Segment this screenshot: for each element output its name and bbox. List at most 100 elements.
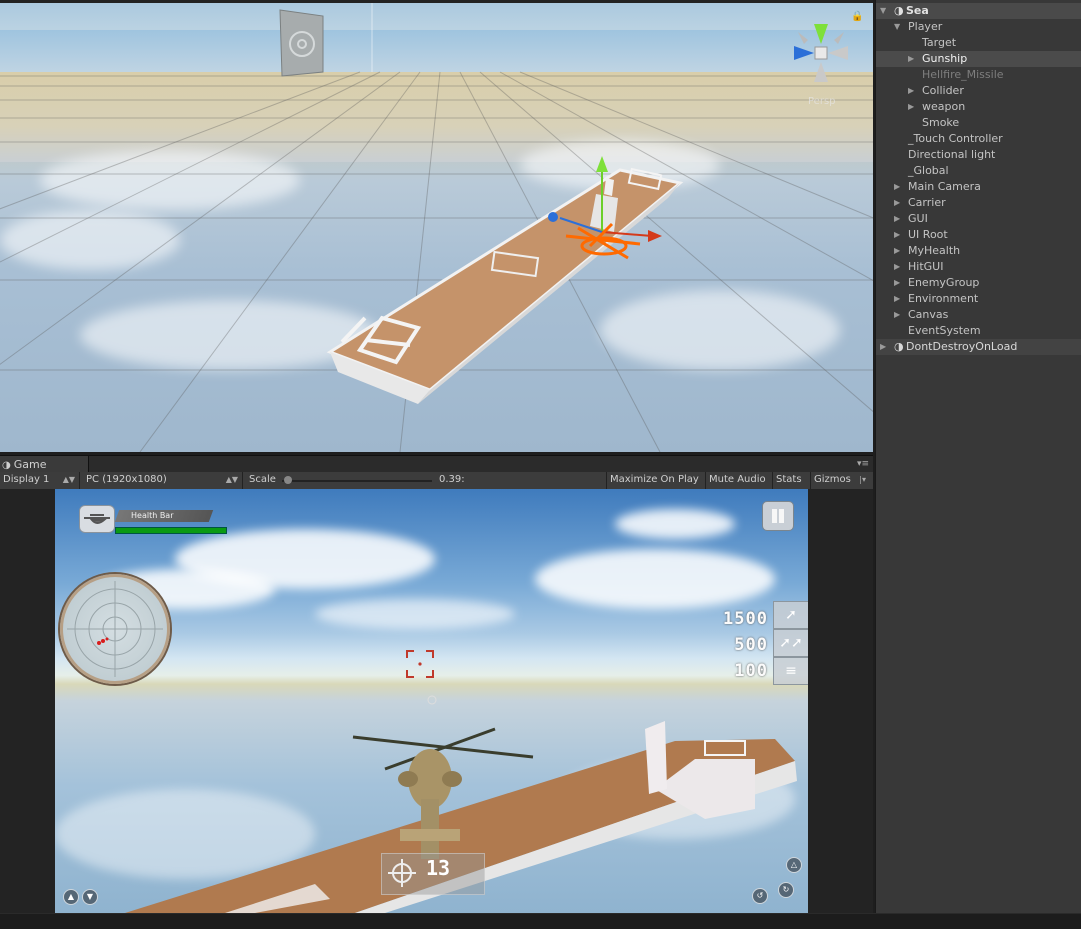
expand-triangle-closed-icon[interactable]: ▶ [894, 195, 900, 211]
resolution-dropdown[interactable]: PC (1920x1080) ▲▼ [83, 472, 243, 489]
expand-triangle-closed-icon[interactable]: ▶ [880, 339, 886, 355]
hierarchy-item[interactable]: _Touch Controller [876, 131, 1081, 147]
scene-grid [0, 0, 873, 452]
hierarchy-item[interactable]: Directional light [876, 147, 1081, 163]
expand-triangle-closed-icon[interactable]: ▶ [894, 259, 900, 275]
hierarchy-item[interactable]: ▶ Collider [876, 83, 1081, 99]
hierarchy-item[interactable]: ▶ GUI [876, 211, 1081, 227]
camera-down-icon[interactable]: ▼ [82, 889, 98, 905]
mute-audio-toggle[interactable]: Mute Audio [705, 472, 769, 489]
hierarchy-item[interactable]: ▼ ◑ Sea [876, 3, 1081, 19]
unity-icon: ◑ [894, 4, 904, 17]
hierarchy-item-label: Gunship [922, 52, 968, 65]
hierarchy-item-label: GUI [908, 212, 928, 225]
expand-triangle-closed-icon[interactable]: ▶ [894, 227, 900, 243]
hierarchy-item-label: _Global [908, 164, 949, 177]
hierarchy-item[interactable]: Target [876, 35, 1081, 51]
hierarchy-item[interactable]: ▶ Canvas [876, 307, 1081, 323]
hierarchy-panel: ▼ ◑ Sea ▼ Player Target ▶ Gunship Hellfire_Missi… [875, 0, 1081, 913]
target-icon [388, 859, 416, 887]
hierarchy-item-label: HitGUI [908, 260, 944, 273]
hierarchy-item-label: Carrier [908, 196, 946, 209]
expand-triangle-closed-icon[interactable]: ▶ [894, 243, 900, 259]
hierarchy-item-label: Player [908, 20, 943, 33]
hierarchy-item[interactable]: _Global [876, 163, 1081, 179]
target-board[interactable] [279, 9, 324, 77]
hierarchy-item[interactable]: ▶ MyHealth [876, 243, 1081, 259]
game-tab-bar: ◑ Game ▾≡ [0, 455, 873, 473]
scale-label: Scale [249, 474, 276, 485]
zoom-in-icon[interactable]: △ [786, 857, 802, 873]
game-toolbar: Display 1 ▲▼ PC (1920x1080) ▲▼ Scale 0.3… [0, 472, 873, 490]
tab-game[interactable]: ◑ Game [0, 456, 89, 473]
rotate-left-icon[interactable]: ↺ [752, 888, 768, 904]
carrier-model[interactable] [326, 167, 684, 404]
hierarchy-item[interactable]: ▶ ◑ DontDestroyOnLoad [876, 339, 1081, 355]
hierarchy-item[interactable]: ▶ Main Camera [876, 179, 1081, 195]
hierarchy-item[interactable]: ▶ HitGUI [876, 259, 1081, 275]
weapon-count-rocket-pod: 100 [734, 661, 768, 681]
unity-icon: ◑ [894, 340, 904, 353]
game-view[interactable]: Health Bar 1500 500 100 ➚ ➚➚ ≡ 13 ▲ ▼ △ … [55, 489, 808, 913]
expand-triangle-closed-icon[interactable]: ▶ [894, 211, 900, 227]
hierarchy-item-label: MyHealth [908, 244, 961, 257]
health-panel: Health Bar [79, 505, 229, 535]
game-scene-art [125, 695, 797, 913]
hierarchy-item[interactable]: ▶ EnemyGroup [876, 275, 1081, 291]
scale-value: 0.39: [439, 474, 465, 485]
hierarchy-item-label: Sea [906, 4, 929, 17]
hierarchy-item-label: Directional light [908, 148, 996, 161]
stats-toggle[interactable]: Stats [772, 472, 805, 489]
camera-up-icon[interactable]: ▲ [63, 889, 79, 905]
ammo-panel: 13 [381, 853, 485, 895]
display-dropdown[interactable]: Display 1 ▲▼ [0, 472, 80, 489]
scene-top-border [0, 0, 873, 3]
maximize-on-play-toggle[interactable]: Maximize On Play [606, 472, 702, 489]
double-missile-icon: ➚➚ [779, 635, 803, 651]
status-bar [0, 913, 1081, 929]
hierarchy-item[interactable]: ▶ Gunship [876, 51, 1081, 67]
missile-button[interactable]: ➚ [773, 601, 808, 629]
hierarchy-item[interactable]: Hellfire_Missile [876, 67, 1081, 83]
pause-button[interactable] [762, 501, 794, 531]
helicopter-icon [79, 505, 115, 533]
expand-triangle-closed-icon[interactable]: ▶ [908, 99, 914, 115]
expand-triangle-closed-icon[interactable]: ▶ [894, 291, 900, 307]
expand-triangle-open-icon[interactable]: ▼ [880, 3, 886, 19]
gizmos-dropdown[interactable]: Gizmos |▾ [810, 472, 870, 489]
hierarchy-item-label: Smoke [922, 116, 960, 129]
crosshair-icon [406, 650, 434, 678]
expand-triangle-open-icon[interactable]: ▼ [894, 19, 900, 35]
hierarchy-item-label: Environment [908, 292, 979, 305]
expand-triangle-closed-icon[interactable]: ▶ [908, 51, 914, 67]
scene-orientation-gizmo[interactable] [786, 18, 856, 88]
dropdown-arrows-icon: ▲▼ [62, 475, 75, 484]
hierarchy-item-label: EnemyGroup [908, 276, 980, 289]
rocket-pod-icon: ≡ [785, 663, 797, 679]
expand-triangle-closed-icon[interactable]: ▶ [894, 179, 900, 195]
expand-triangle-closed-icon[interactable]: ▶ [908, 83, 914, 99]
hierarchy-item[interactable]: ▶ UI Root [876, 227, 1081, 243]
rotate-right-icon[interactable]: ↻ [778, 882, 794, 898]
weapon-count-double-missile: 500 [734, 635, 768, 655]
hierarchy-item[interactable]: Smoke [876, 115, 1081, 131]
hierarchy-item[interactable]: ▶ weapon [876, 99, 1081, 115]
hierarchy-item[interactable]: ▼ Player [876, 19, 1081, 35]
hierarchy-item[interactable]: ▶ Carrier [876, 195, 1081, 211]
tab-menu-icon[interactable]: ▾≡ [857, 459, 869, 469]
scale-slider-thumb[interactable] [284, 476, 292, 484]
rocket-pod-button[interactable]: ≡ [773, 657, 808, 685]
double-missile-button[interactable]: ➚➚ [773, 629, 808, 657]
gizmos-label: Gizmos [814, 474, 851, 485]
scene-view[interactable]: 🔒 Persp [0, 0, 873, 452]
hierarchy-item[interactable]: EventSystem [876, 323, 1081, 339]
chevron-down-icon: |▾ [859, 475, 866, 484]
missile-icon: ➚ [785, 607, 797, 623]
lock-icon[interactable]: 🔒 [851, 11, 863, 22]
expand-triangle-closed-icon[interactable]: ▶ [894, 275, 900, 291]
scale-slider-track[interactable] [282, 480, 432, 482]
hierarchy-item[interactable]: ▶ Environment [876, 291, 1081, 307]
ammo-count: 13 [426, 856, 451, 880]
health-bar [115, 527, 227, 534]
expand-triangle-closed-icon[interactable]: ▶ [894, 307, 900, 323]
